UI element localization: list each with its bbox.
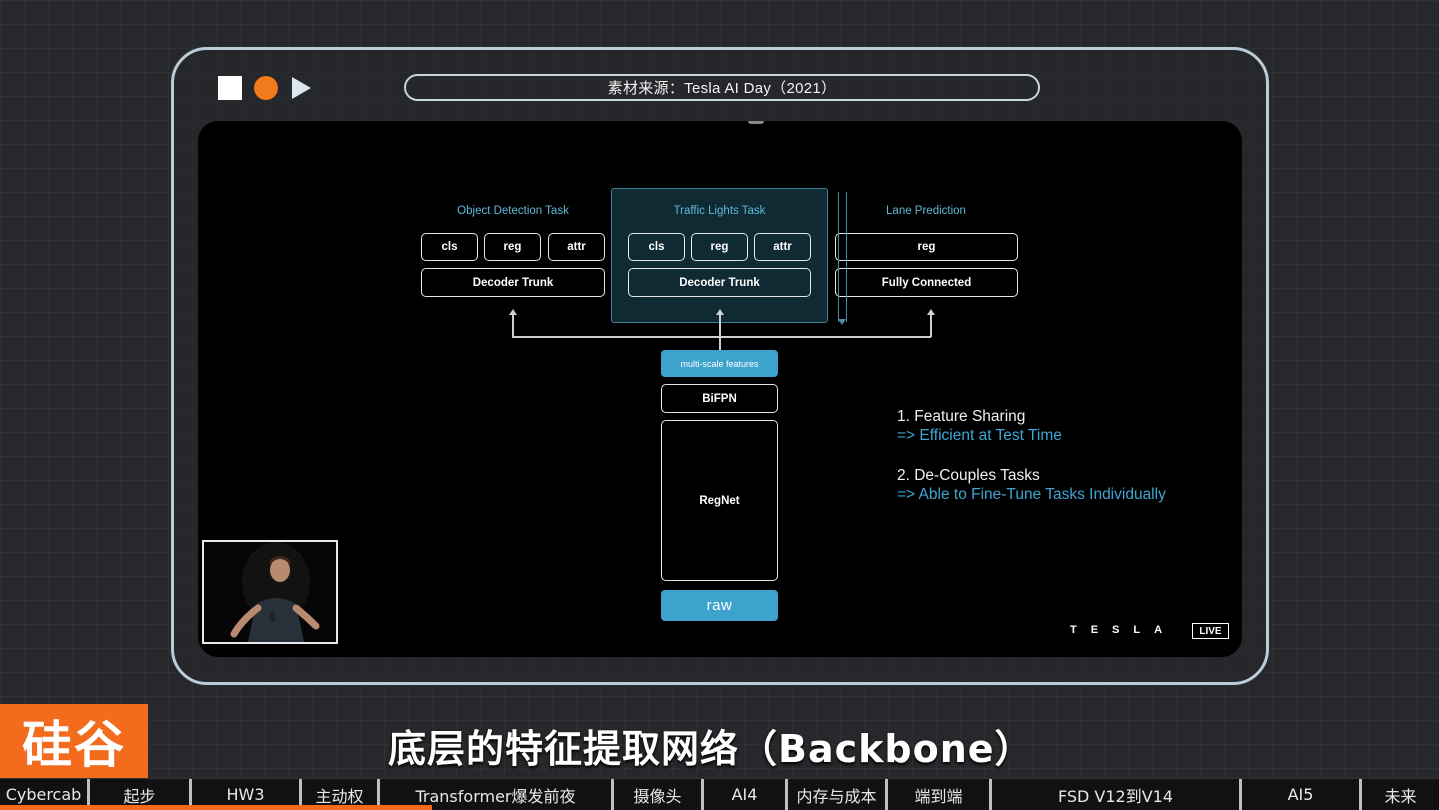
presenter-video bbox=[202, 540, 338, 644]
decouple-bar-right bbox=[846, 192, 847, 322]
tl-head-reg: reg bbox=[691, 233, 748, 261]
connector-horizontal bbox=[512, 336, 931, 338]
multi-scale-features: multi-scale features bbox=[661, 350, 778, 377]
connector-left bbox=[512, 314, 514, 337]
od-decoder-trunk: Decoder Trunk bbox=[421, 268, 605, 297]
presenter-figure bbox=[204, 542, 336, 642]
arrow-up-icon bbox=[927, 309, 935, 315]
slide-title-cropped bbox=[740, 121, 820, 127]
lane-head-reg: reg bbox=[835, 233, 1018, 261]
source-label: 素材来源：Tesla AI Day（2021） bbox=[404, 74, 1040, 101]
chapter-future[interactable]: 未来 bbox=[1362, 779, 1439, 810]
chapter-end-to-end[interactable]: 端到端 bbox=[888, 778, 992, 810]
stop-icon[interactable] bbox=[218, 76, 242, 100]
od-head-cls: cls bbox=[421, 233, 478, 261]
tl-head-attr: attr bbox=[754, 233, 811, 261]
note-feature-sharing: 1. Feature Sharing => Efficient at Test … bbox=[897, 407, 1062, 445]
task-label-lane-prediction: Lane Prediction bbox=[886, 205, 966, 217]
od-head-attr: attr bbox=[548, 233, 605, 261]
regnet-box: RegNet bbox=[661, 420, 778, 581]
play-icon[interactable] bbox=[292, 77, 311, 99]
brand-logo: 硅谷 bbox=[0, 704, 148, 778]
record-icon[interactable] bbox=[254, 76, 278, 100]
connector-center bbox=[719, 314, 721, 350]
arrow-up-icon bbox=[716, 309, 724, 315]
chapter-ai4[interactable]: AI4 bbox=[704, 778, 788, 810]
task-label-traffic-lights: Traffic Lights Task bbox=[673, 205, 766, 217]
note-head: 2. De-Couples Tasks bbox=[897, 467, 1040, 484]
note-sub: => Efficient at Test Time bbox=[897, 427, 1062, 444]
note-head: 1. Feature Sharing bbox=[897, 408, 1026, 425]
chapter-camera[interactable]: 摄像头 bbox=[614, 778, 704, 810]
live-badge: LIVE bbox=[1192, 623, 1229, 639]
arrow-up-icon bbox=[509, 309, 517, 315]
chapter-ai5[interactable]: AI5 bbox=[1242, 778, 1362, 810]
chapter-fsd[interactable]: FSD V12到V14 bbox=[992, 778, 1242, 810]
playback-progress[interactable] bbox=[0, 805, 432, 810]
chapter-memory-cost[interactable]: 内存与成本 bbox=[788, 778, 888, 810]
raw-input: raw bbox=[661, 590, 778, 621]
connector-right bbox=[930, 314, 932, 337]
od-head-reg: reg bbox=[484, 233, 541, 261]
tl-decoder-trunk: Decoder Trunk bbox=[628, 268, 811, 297]
note-sub: => Able to Fine-Tune Tasks Individually bbox=[897, 486, 1166, 503]
subtitle: 底层的特征提取网络（Backbone） bbox=[388, 727, 1034, 771]
arrow-down-icon bbox=[838, 319, 846, 325]
note-decouple-tasks: 2. De-Couples Tasks => Able to Fine-Tune… bbox=[897, 466, 1166, 504]
decouple-bar-left bbox=[838, 192, 839, 322]
tesla-logo: TESLA bbox=[1070, 624, 1177, 636]
task-label-object-detection: Object Detection Task bbox=[457, 205, 569, 217]
tl-head-cls: cls bbox=[628, 233, 685, 261]
bifpn-box: BiFPN bbox=[661, 384, 778, 413]
lane-fully-connected: Fully Connected bbox=[835, 268, 1018, 297]
